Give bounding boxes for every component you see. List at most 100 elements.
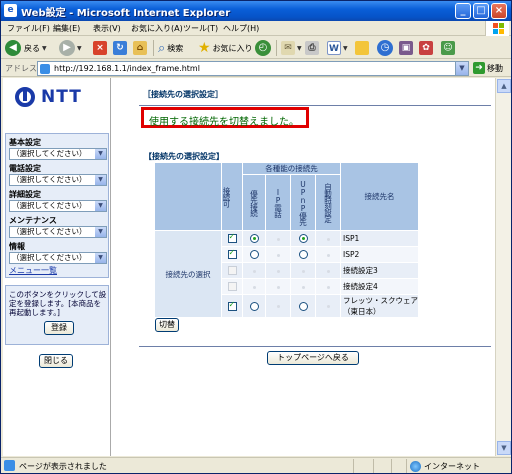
minimize-button[interactable]: _ bbox=[455, 3, 471, 19]
menu-tools[interactable]: ツール(T) bbox=[183, 23, 218, 34]
priority-radio[interactable] bbox=[249, 301, 259, 311]
enable-cell bbox=[221, 230, 243, 247]
print-button[interactable]: ⎙ bbox=[305, 39, 319, 57]
enable-cell bbox=[221, 262, 243, 279]
print-icon: ⎙ bbox=[305, 41, 319, 55]
basic-settings-select[interactable]: （選択してください） ▼ bbox=[9, 148, 107, 160]
menu-favorites[interactable]: お気に入り(A) bbox=[131, 23, 183, 34]
go-button[interactable]: ➜ 移動 bbox=[473, 62, 503, 74]
chevron-down-icon[interactable]: ▼ bbox=[95, 201, 106, 211]
address-url[interactable]: http://192.168.1.1/index_frame.html bbox=[54, 64, 200, 73]
disabled-dot bbox=[252, 269, 256, 273]
chevron-down-icon[interactable]: ▼ bbox=[455, 62, 468, 75]
history-button[interactable]: ◴ bbox=[255, 39, 271, 57]
auto-time-cell bbox=[315, 246, 341, 263]
priority-radio[interactable] bbox=[249, 250, 259, 260]
priority-cell bbox=[242, 230, 266, 247]
mail-button[interactable]: ✉ ▼ bbox=[281, 39, 302, 57]
messenger-button[interactable]: ◷ bbox=[377, 39, 393, 57]
register-button[interactable]: 登録 bbox=[44, 321, 74, 335]
upnp-radio[interactable] bbox=[298, 234, 308, 244]
enable-cell bbox=[221, 294, 243, 318]
register-hint: このボタンをクリックして設定を登録します。[本商品を再起動します。] bbox=[9, 290, 107, 317]
nav-title: メンテナンス bbox=[9, 216, 57, 225]
phone-settings-select[interactable]: （選択してください） ▼ bbox=[9, 174, 107, 186]
enable-checkbox[interactable] bbox=[227, 232, 237, 244]
windows-logo-icon bbox=[485, 21, 509, 36]
nav-box: 基本設定 （選択してください） ▼ 電話設定 （選択してください） ▼ 詳細設定 （… bbox=[5, 133, 109, 278]
close-button[interactable]: × bbox=[491, 3, 507, 19]
priority-radio[interactable] bbox=[249, 234, 259, 244]
menu-view[interactable]: 表示(V) bbox=[93, 23, 121, 34]
menu-help[interactable]: ヘルプ(H) bbox=[223, 23, 259, 34]
word-icon: W bbox=[327, 41, 341, 55]
auto-time-cell bbox=[315, 262, 341, 279]
favorites-button[interactable]: ★ お気に入り bbox=[198, 39, 253, 57]
maximize-button[interactable]: □ bbox=[473, 3, 489, 19]
home-button[interactable]: ⌂ bbox=[133, 39, 147, 57]
disabled-dot bbox=[326, 285, 330, 289]
search-label: 検索 bbox=[167, 43, 184, 53]
top-page-button[interactable]: トップページへ戻る bbox=[267, 351, 359, 365]
nav-group-advanced: 詳細設定 （選択してください） ▼ bbox=[9, 189, 107, 212]
disabled-dot bbox=[276, 305, 280, 308]
col-priority: 優先接続 bbox=[242, 174, 266, 231]
enable-checkbox[interactable] bbox=[227, 300, 237, 311]
info-select[interactable]: （選択してください） ▼ bbox=[9, 252, 107, 264]
edit-button[interactable]: W ▼ bbox=[327, 39, 348, 57]
go-label: 移動 bbox=[487, 63, 503, 73]
status-message-box: 使用する接続先を切替えました。 bbox=[141, 107, 309, 128]
upnp-radio[interactable] bbox=[298, 301, 308, 311]
page-icon bbox=[40, 64, 50, 74]
disabled-dot bbox=[301, 269, 305, 273]
menu-file[interactable]: ファイル(F) bbox=[7, 23, 50, 34]
auto-time-cell bbox=[315, 230, 341, 247]
select-value: （選択してください） bbox=[12, 227, 87, 236]
chevron-down-icon[interactable]: ▼ bbox=[95, 149, 106, 159]
address-input[interactable]: http://192.168.1.1/index_frame.html ▼ bbox=[37, 61, 469, 76]
page-title: ［接続先の選択設定］ bbox=[143, 90, 223, 99]
gear-icon: ✿ bbox=[419, 41, 433, 55]
upnp-radio[interactable] bbox=[298, 250, 308, 260]
right-frame: ［接続先の選択設定］ 使用する接続先を切替えました。 【接続先の選択設定】 接続… bbox=[111, 78, 495, 456]
col-auto-time-label: 自動時刻設定 bbox=[323, 183, 333, 222]
tools-button[interactable]: ✿ bbox=[419, 39, 433, 57]
research-button[interactable]: ▣ bbox=[399, 39, 413, 57]
close-page-button[interactable]: 閉じる bbox=[39, 354, 73, 368]
maintenance-select[interactable]: （選択してください） ▼ bbox=[9, 226, 107, 238]
refresh-button[interactable]: ↻ bbox=[113, 39, 127, 57]
disabled-dot bbox=[276, 269, 280, 273]
upnp-cell bbox=[290, 262, 316, 279]
address-bar: アドレス(D) http://192.168.1.1/index_frame.h… bbox=[1, 60, 511, 77]
nav-title: 詳細設定 bbox=[9, 190, 41, 199]
back-button[interactable]: ◀ 戻る ▼ bbox=[5, 39, 47, 57]
menu-bar: ファイル(F) 編集(E) 表示(V) お気に入り(A) ツール(T) ヘルプ(… bbox=[1, 21, 511, 36]
menu-edit[interactable]: 編集(E) bbox=[53, 23, 80, 34]
col-group: 各種能の接続先 bbox=[242, 162, 341, 175]
advanced-settings-select[interactable]: （選択してください） ▼ bbox=[9, 200, 107, 212]
people-button[interactable]: ☺ bbox=[441, 39, 455, 57]
enable-checkbox[interactable] bbox=[227, 248, 237, 260]
table-row: 接続先の選択 ISP1 bbox=[154, 230, 419, 318]
switch-button[interactable]: 切替 bbox=[155, 318, 179, 332]
connection-table: 接続可 各種能の接続先 接続先名 優先接続 IP電話 UPnP優先 自動時刻設定… bbox=[154, 162, 419, 318]
globe-icon bbox=[410, 461, 421, 472]
stop-button[interactable]: × bbox=[93, 39, 107, 57]
people-icon: ☺ bbox=[441, 41, 455, 55]
vertical-scrollbar[interactable]: ▲ ▼ bbox=[495, 78, 511, 456]
scroll-up-icon[interactable]: ▲ bbox=[497, 79, 511, 93]
menu-list-link[interactable]: メニュー一覧 bbox=[9, 265, 57, 276]
chevron-down-icon[interactable]: ▼ bbox=[95, 227, 106, 237]
disabled-dot bbox=[276, 237, 280, 241]
forward-button[interactable]: ▶ ▼ bbox=[59, 39, 82, 57]
nav-title: 情報 bbox=[9, 242, 25, 251]
select-value: （選択してください） bbox=[12, 253, 87, 262]
enable-checkbox[interactable] bbox=[227, 282, 237, 292]
enable-checkbox[interactable] bbox=[227, 266, 237, 276]
enable-cell bbox=[221, 278, 243, 295]
chevron-down-icon[interactable]: ▼ bbox=[95, 253, 106, 263]
chevron-down-icon[interactable]: ▼ bbox=[95, 175, 106, 185]
search-button[interactable]: ⌕ 検索 bbox=[158, 39, 183, 57]
scroll-down-icon[interactable]: ▼ bbox=[497, 441, 511, 455]
discuss-button[interactable] bbox=[355, 39, 369, 57]
